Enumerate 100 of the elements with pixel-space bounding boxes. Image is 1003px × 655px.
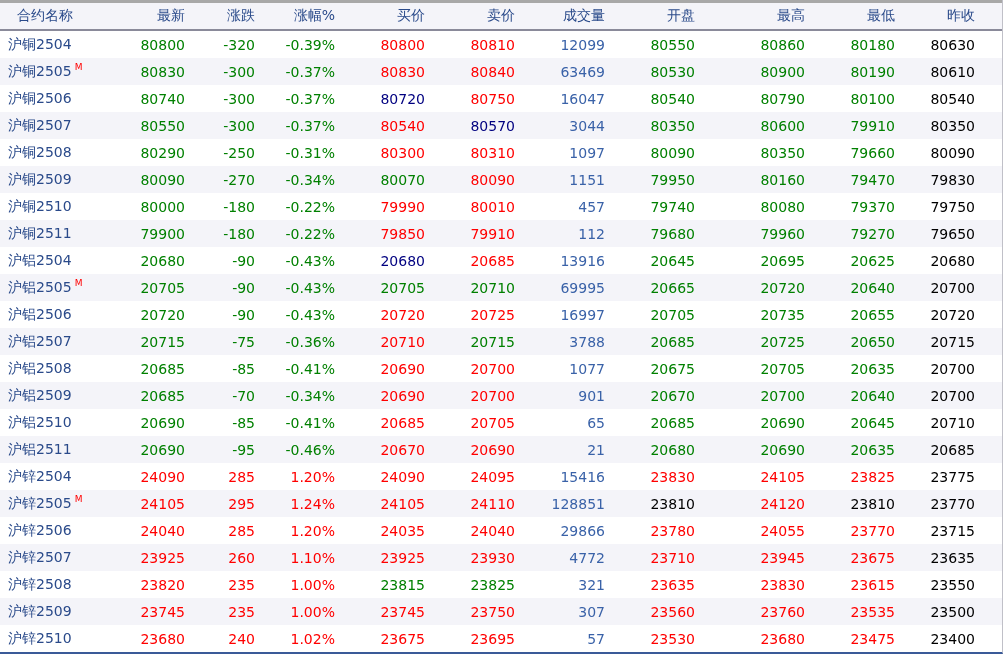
table-cell: -0.22% [285,225,335,242]
table-cell: 23830 [760,576,805,593]
contract-name: 沪锌2508 [8,575,72,594]
table-cell: 57 [587,630,605,647]
table-cell: 16997 [560,306,605,323]
table-cell: 80550 [650,36,695,53]
table-cell: 80830 [140,63,185,80]
table-cell: -180 [223,198,255,215]
table-cell: 63469 [560,63,605,80]
table-cell: 20705 [380,279,425,296]
table-cell: -320 [223,36,255,53]
column-header[interactable]: 成交量 [563,7,605,25]
table-cell: 23770 [850,522,895,539]
contract-name: 沪锌2506 [8,521,72,540]
table-cell: 80090 [140,171,185,188]
table-cell: 80070 [380,171,425,188]
table-cell: 20635 [850,441,895,458]
table-cell: 20640 [850,387,895,404]
contract-name: 沪锌2510 [8,629,72,648]
table-cell: 20640 [850,279,895,296]
table-cell: -0.43% [285,306,335,323]
table-cell: 285 [228,522,255,539]
table-cell: 80350 [650,117,695,134]
table-cell: 80310 [470,144,515,161]
table-cell: 20725 [760,333,805,350]
column-header[interactable]: 涨跌 [227,7,255,25]
table-cell: 23635 [930,549,975,566]
table-cell: 80090 [470,171,515,188]
table-cell: 80610 [930,63,975,80]
table-cell: 80900 [760,63,805,80]
table-cell: 80000 [140,198,185,215]
table-cell: 1097 [569,144,605,161]
table-cell: -300 [223,90,255,107]
table-cell: 80790 [760,90,805,107]
column-header[interactable]: 最低 [867,7,895,25]
table-cell: -0.31% [285,144,335,161]
table-cell: 457 [578,198,605,215]
table-cell: 20685 [470,252,515,269]
column-header[interactable]: 买价 [397,7,425,25]
table-cell: 23745 [140,603,185,620]
table-cell: 23825 [470,576,515,593]
table-cell: 20685 [650,414,695,431]
table-cell: -300 [223,63,255,80]
table-cell: 24040 [140,522,185,539]
table-cell: 80090 [650,144,695,161]
table-cell: 23925 [380,549,425,566]
table-cell: -300 [223,117,255,134]
table-cell: 20680 [930,252,975,269]
column-header[interactable]: 昨收 [947,7,975,25]
table-cell: 80090 [930,144,975,161]
table-cell: 79900 [140,225,185,242]
column-header[interactable]: 涨幅% [293,7,335,25]
table-cell: 20680 [650,441,695,458]
table-cell: 20655 [850,306,895,323]
table-cell: 79990 [380,198,425,215]
table-cell: 1.00% [290,603,335,620]
table-cell: -0.37% [285,117,335,134]
table-cell: -0.43% [285,252,335,269]
table-cell: 23775 [930,468,975,485]
column-header[interactable]: 卖价 [487,7,515,25]
contract-name: 沪铝2505 [8,278,72,297]
table-cell: 80010 [470,198,515,215]
table-cell: 23715 [930,522,975,539]
column-header[interactable]: 合约名称 [0,7,73,25]
table-cell: 23615 [850,576,895,593]
table-cell: 20720 [930,306,975,323]
table-cell: 23745 [380,603,425,620]
table-cell: 79910 [850,117,895,134]
table-cell: 20700 [470,387,515,404]
contract-name: 沪铜2509 [8,170,72,189]
contract-name: 沪铜2511 [8,224,72,243]
table-cell: -180 [223,225,255,242]
table-cell: 20690 [140,414,185,431]
table-cell: 1.24% [290,495,335,512]
table-cell: 20690 [140,441,185,458]
table-cell: 80830 [380,63,425,80]
table-cell: 23500 [930,603,975,620]
contract-name: 沪铝2509 [8,386,72,405]
contract-name: 沪铜2507 [8,116,72,135]
table-cell: 4772 [569,549,605,566]
table-cell: 79960 [760,225,805,242]
table-cell: 80350 [760,144,805,161]
table-cell: 80800 [380,36,425,53]
contract-name: 沪锌2507 [8,548,72,567]
table-cell: 24105 [760,468,805,485]
column-header[interactable]: 开盘 [667,7,695,25]
table-cell: -75 [232,333,255,350]
table-cell: 23945 [760,549,805,566]
table-cell: 80600 [760,117,805,134]
column-header[interactable]: 最高 [777,7,805,25]
table-cell: -0.34% [285,387,335,404]
table-cell: 80350 [930,117,975,134]
table-cell: -85 [232,360,255,377]
table-cell: 23930 [470,549,515,566]
table-cell: 80740 [140,90,185,107]
table-cell: 235 [228,603,255,620]
column-header[interactable]: 最新 [157,7,185,25]
table-cell: 20725 [470,306,515,323]
table-cell: 24110 [470,495,515,512]
table-cell: 20690 [470,441,515,458]
